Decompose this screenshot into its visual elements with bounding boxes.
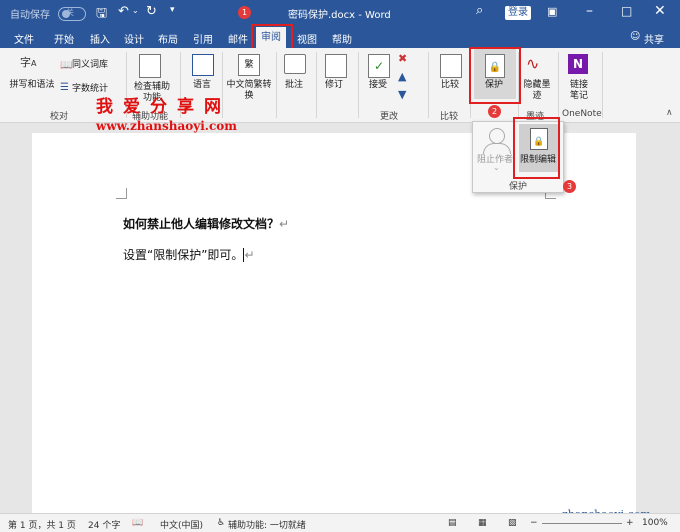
block-authors-icon	[489, 128, 505, 144]
separator	[358, 52, 359, 118]
autosave-label: 自动保存	[10, 10, 50, 21]
separator	[558, 52, 559, 118]
proofing-status-icon[interactable]: 📖	[132, 518, 143, 528]
zoom-level[interactable]: 100%	[642, 518, 668, 528]
step-badge-1: 1	[238, 6, 251, 19]
zoom-out-icon[interactable]: −	[530, 518, 538, 528]
title-bar: 自动保存 关 🖫 ↶ ⌄ ↻ ▾ 1 密码保护.docx - Word ⌕ 登录…	[0, 0, 680, 27]
tab-references[interactable]: 引用	[193, 31, 213, 46]
tab-mailings[interactable]: 邮件	[228, 31, 248, 46]
accessibility-status[interactable]: 辅助功能: 一切就绪	[228, 518, 306, 531]
track-changes-button[interactable]: 修订	[320, 80, 348, 91]
redo-icon[interactable]: ↻	[146, 4, 157, 19]
undo-icon[interactable]: ↶	[118, 4, 129, 19]
zoom-in-icon[interactable]: +	[626, 518, 634, 528]
protect-group-label: 保护	[509, 182, 528, 192]
hide-ink-button[interactable]: 隐藏墨迹	[520, 80, 554, 102]
previous-change-icon[interactable]: ▲	[398, 70, 406, 83]
ribbon-tabs: 文件 开始 插入 设计 布局 引用 邮件 审阅 视图 帮助 ☺ 共享	[0, 27, 680, 48]
separator	[276, 52, 277, 118]
chinese-conversion-button[interactable]: 中文简繁转换	[226, 80, 272, 102]
separator	[602, 52, 603, 118]
window-title: 密码保护.docx - Word	[288, 10, 391, 21]
comment-icon	[284, 54, 306, 74]
maximize-icon[interactable]: □	[621, 4, 632, 18]
tab-help[interactable]: 帮助	[332, 31, 352, 46]
focus-mode-icon[interactable]: ▤	[448, 518, 457, 528]
ribbon-display-icon[interactable]: ▣	[547, 5, 557, 18]
group-proofing-label: 校对	[50, 112, 69, 122]
track-changes-icon	[325, 54, 347, 78]
highlight-restrict-editing	[513, 117, 560, 179]
margin-mark-left	[116, 188, 127, 199]
accept-icon: ✓	[368, 54, 390, 78]
next-change-icon[interactable]: ▼	[398, 88, 406, 101]
separator	[316, 52, 317, 118]
compare-button[interactable]: 比较	[434, 80, 466, 91]
chevron-down-icon: ⌄	[493, 163, 500, 172]
login-button[interactable]: 登录	[505, 6, 531, 20]
save-icon[interactable]: 🖫	[96, 4, 107, 26]
onenote-icon: N	[568, 54, 588, 74]
language-button[interactable]: 语言	[190, 80, 214, 91]
tab-layout[interactable]: 布局	[158, 31, 178, 46]
reject-icon[interactable]: ✖	[398, 52, 407, 65]
share-icon[interactable]: ☺	[630, 31, 640, 42]
comment-button[interactable]: 批注	[280, 80, 308, 91]
close-icon[interactable]: ✕	[654, 3, 666, 19]
thesaurus-icon: 📖	[60, 60, 73, 71]
language-status[interactable]: 中文(中国)	[160, 518, 203, 531]
accept-button[interactable]: 接受	[364, 80, 392, 91]
wordcount-icon: ☰	[60, 82, 69, 93]
group-onenote-label: OneNote	[562, 109, 602, 119]
linked-notes-button[interactable]: 链接笔记	[566, 80, 592, 102]
share-button[interactable]: 共享	[644, 31, 664, 46]
watermark-text: 我爱分享网	[96, 97, 231, 117]
watermark-url: www.zhanshaoyi.com	[96, 119, 237, 133]
check-accessibility-icon	[139, 54, 161, 78]
autosave-state: 关	[66, 8, 74, 17]
minimize-icon[interactable]: –	[586, 3, 593, 19]
compare-icon	[440, 54, 462, 78]
group-compare-label: 比较	[440, 112, 459, 122]
tab-home[interactable]: 开始	[54, 31, 74, 46]
collapse-ribbon-icon[interactable]: ∧	[666, 108, 673, 118]
undo-dropdown-icon[interactable]: ⌄	[132, 6, 139, 15]
tab-view[interactable]: 视图	[297, 31, 317, 46]
tab-insert[interactable]: 插入	[90, 31, 110, 46]
thesaurus-button[interactable]: 同义词库	[72, 60, 108, 71]
spelling-icon: 字A	[20, 56, 37, 69]
highlight-protect	[469, 47, 521, 104]
tab-file[interactable]: 文件	[14, 31, 34, 46]
separator	[428, 52, 429, 118]
group-changes-label: 更改	[380, 112, 399, 122]
status-bar: 第 1 页，共 1 页 24 个字 📖 中文(中国) ♿ 辅助功能: 一切就绪 …	[0, 513, 680, 532]
page-count[interactable]: 第 1 页，共 1 页	[8, 518, 76, 531]
spelling-button[interactable]: 拼写和语法	[6, 80, 58, 91]
search-icon[interactable]: ⌕	[476, 3, 483, 18]
step-badge-2: 2	[488, 105, 501, 118]
chinese-conversion-icon: 繁	[238, 54, 260, 76]
accessibility-icon: ♿	[217, 518, 226, 528]
document-line-2[interactable]: 设置“限制保护”即可。↵	[123, 246, 255, 263]
step-badge-3: 3	[563, 180, 576, 193]
hide-ink-icon: ∿	[526, 54, 540, 73]
customize-qa-icon[interactable]: ▾	[170, 5, 175, 15]
language-icon	[192, 54, 214, 76]
tab-design[interactable]: 设计	[124, 31, 144, 46]
word-count[interactable]: 24 个字	[88, 518, 120, 531]
read-mode-icon[interactable]: ▦	[478, 518, 487, 528]
zoom-slider[interactable]	[542, 523, 622, 524]
document-line-1[interactable]: 如何禁止他人编辑修改文档？↵	[123, 215, 289, 232]
web-layout-icon[interactable]: ▧	[508, 518, 517, 528]
